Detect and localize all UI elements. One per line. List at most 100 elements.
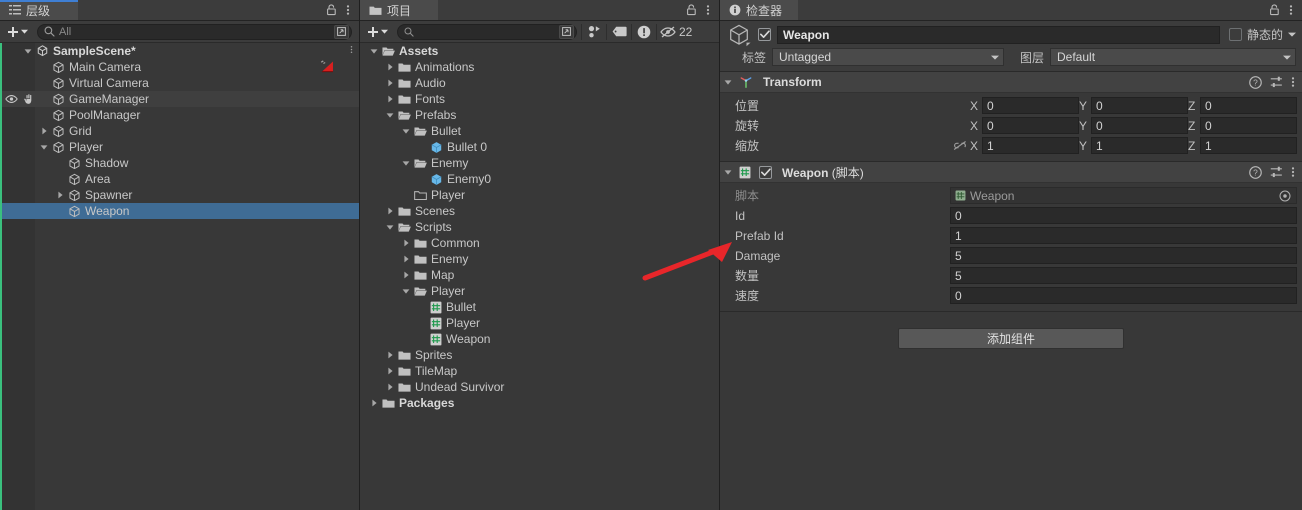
visibility-toggles[interactable] — [5, 93, 34, 105]
property-input[interactable]: 0 — [950, 207, 1297, 224]
preset-icon[interactable] — [1270, 166, 1283, 178]
expand-triangle-open[interactable] — [400, 160, 412, 167]
expand-triangle-open[interactable] — [724, 169, 732, 176]
tree-row-scripts[interactable]: Scripts — [360, 219, 719, 235]
tree-row-packages[interactable]: Packages — [360, 395, 719, 411]
property-input[interactable]: 5 — [950, 247, 1297, 264]
expand-triangle-closed[interactable] — [400, 255, 412, 263]
axis-x-input[interactable]: 0 — [982, 97, 1079, 114]
project-tree[interactable]: Assets Animations Audio Fonts Prefabs Bullet B… — [360, 43, 719, 510]
tree-row-fonts[interactable]: Fonts — [360, 91, 719, 107]
component-header[interactable]: Transform? — [720, 72, 1302, 93]
hand-icon[interactable] — [23, 93, 34, 105]
tree-row-tilemap[interactable]: TileMap — [360, 363, 719, 379]
tab-inspector[interactable]: 检查器 — [720, 0, 798, 20]
tree-row-weapon[interactable]: Weapon — [0, 203, 359, 219]
create-gameobject-button[interactable] — [3, 23, 33, 41]
component-enabled-checkbox[interactable] — [759, 165, 772, 179]
tree-row-scenes[interactable]: Scenes — [360, 203, 719, 219]
expand-triangle-closed[interactable] — [400, 271, 412, 279]
tree-row-player[interactable]: Player — [0, 139, 359, 155]
tree-row-weapon[interactable]: Weapon — [360, 331, 719, 347]
create-asset-button[interactable] — [363, 23, 393, 41]
scale-link-toggle[interactable] — [950, 140, 970, 151]
kebab-menu-icon[interactable] — [706, 4, 710, 16]
tab-hierarchy[interactable]: 层级 — [0, 0, 78, 20]
gameobject-name-input[interactable]: Weapon — [777, 25, 1220, 44]
expand-triangle-open[interactable] — [38, 144, 50, 151]
tree-row-sprites[interactable]: Sprites — [360, 347, 719, 363]
error-filter-icon[interactable] — [632, 22, 656, 42]
hierarchy-search-input[interactable]: All — [37, 23, 352, 40]
tree-row-gamemanager[interactable]: GameManager — [0, 91, 359, 107]
help-icon[interactable]: ? — [1249, 75, 1262, 89]
gameobject-enabled-checkbox[interactable] — [758, 28, 771, 41]
kebab-menu-icon[interactable] — [346, 4, 350, 16]
object-picker-icon[interactable] — [1279, 190, 1291, 202]
axis-z-input[interactable]: 0 — [1200, 97, 1297, 114]
tree-row-player[interactable]: Player — [360, 187, 719, 203]
favorite-filter-icon[interactable] — [582, 22, 606, 42]
add-component-button[interactable]: 添加组件 — [898, 328, 1124, 349]
component-header[interactable]: Weapon (脚本)? — [720, 162, 1302, 183]
tree-row-player[interactable]: Player — [360, 315, 719, 331]
expand-triangle-open[interactable] — [400, 288, 412, 295]
tree-row-enemy0[interactable]: Enemy0 — [360, 171, 719, 187]
row-kebab-icon[interactable] — [350, 44, 353, 55]
tree-row-animations[interactable]: Animations — [360, 59, 719, 75]
tree-row-area[interactable]: Area — [0, 171, 359, 187]
expand-triangle-closed[interactable] — [384, 367, 396, 375]
axis-y-input[interactable]: 1 — [1091, 137, 1188, 154]
expand-triangle-closed[interactable] — [384, 79, 396, 87]
tree-row-audio[interactable]: Audio — [360, 75, 719, 91]
eye-icon[interactable] — [5, 94, 18, 104]
kebab-menu-icon[interactable] — [1289, 4, 1293, 16]
expand-triangle-closed[interactable] — [384, 207, 396, 215]
axis-x-input[interactable]: 1 — [982, 137, 1079, 154]
tree-row-shadow[interactable]: Shadow — [0, 155, 359, 171]
help-icon[interactable]: ? — [1249, 165, 1262, 179]
lock-icon[interactable] — [686, 4, 697, 16]
static-checkbox[interactable] — [1228, 28, 1242, 41]
tag-dropdown[interactable]: Untagged — [772, 48, 1004, 66]
tree-row-poolmanager[interactable]: PoolManager — [0, 107, 359, 123]
static-dropdown-icon[interactable] — [1288, 32, 1296, 37]
expand-triangle-closed[interactable] — [384, 63, 396, 71]
lock-icon[interactable] — [1269, 4, 1280, 16]
expand-triangle-open[interactable] — [22, 48, 34, 55]
tree-row-samplescene[interactable]: SampleScene* — [0, 43, 359, 59]
expand-triangle-open[interactable] — [368, 48, 380, 55]
tree-row-bullet[interactable]: Bullet — [360, 299, 719, 315]
tree-row-prefabs[interactable]: Prefabs — [360, 107, 719, 123]
lock-icon[interactable] — [326, 4, 337, 16]
tree-row-spawner[interactable]: Spawner — [0, 187, 359, 203]
axis-x-input[interactable]: 0 — [982, 117, 1079, 134]
tree-row-bullet[interactable]: Bullet — [360, 123, 719, 139]
project-search-input[interactable] — [397, 23, 577, 40]
property-input[interactable]: 1 — [950, 227, 1297, 244]
tree-row-enemy[interactable]: Enemy — [360, 155, 719, 171]
expand-triangle-closed[interactable] — [384, 383, 396, 391]
hidden-packages-toggle[interactable]: 22 — [657, 25, 697, 39]
expand-triangle-closed[interactable] — [368, 399, 380, 407]
expand-triangle-open[interactable] — [400, 128, 412, 135]
tree-row-virtual-camera[interactable]: Virtual Camera — [0, 75, 359, 91]
hierarchy-tree[interactable]: SampleScene* Main Camera Virtual Camera Gam… — [0, 43, 359, 510]
tree-row-map[interactable]: Map — [360, 267, 719, 283]
tree-row-main-camera[interactable]: Main Camera — [0, 59, 359, 75]
expand-triangle-open[interactable] — [384, 112, 396, 119]
tree-row-grid[interactable]: Grid — [0, 123, 359, 139]
expand-triangle-closed[interactable] — [384, 351, 396, 359]
layer-dropdown[interactable]: Default — [1050, 48, 1296, 66]
expand-triangle-closed[interactable] — [384, 95, 396, 103]
axis-y-input[interactable]: 0 — [1091, 117, 1188, 134]
expand-triangle-open[interactable] — [724, 79, 732, 86]
kebab-menu-icon[interactable] — [1291, 76, 1295, 88]
expand-triangle-closed[interactable] — [54, 191, 66, 199]
kebab-menu-icon[interactable] — [1291, 166, 1295, 178]
preset-icon[interactable] — [1270, 76, 1283, 88]
tab-project[interactable]: 项目 — [360, 0, 438, 20]
property-input[interactable]: 0 — [950, 287, 1297, 304]
expand-triangle-open[interactable] — [384, 224, 396, 231]
tree-row-enemy[interactable]: Enemy — [360, 251, 719, 267]
